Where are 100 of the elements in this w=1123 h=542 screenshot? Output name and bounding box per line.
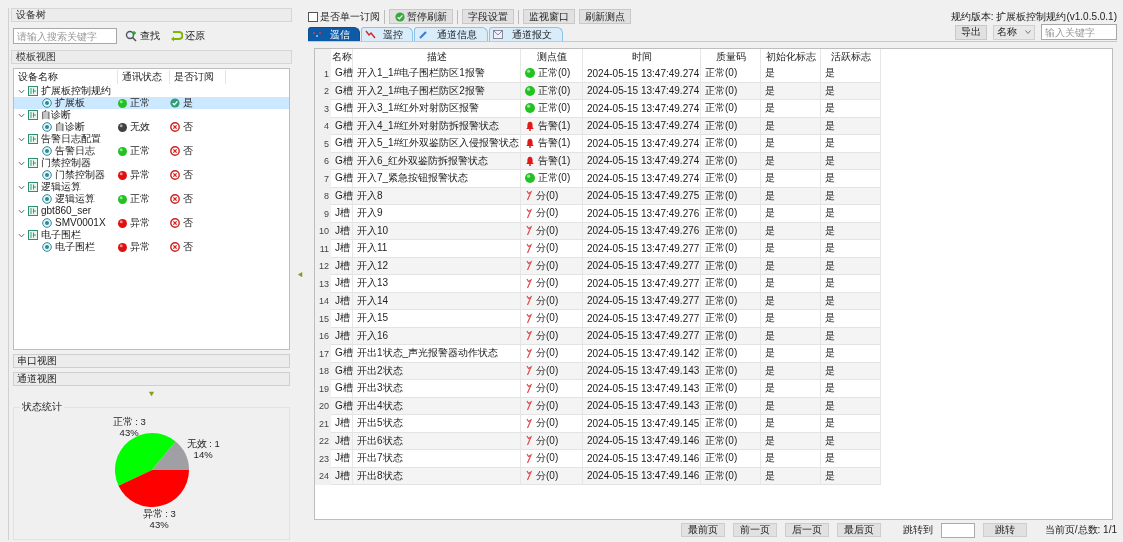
value-text: 分(0) <box>536 381 559 396</box>
table-cell: G槽 <box>331 345 353 363</box>
chevron-icon[interactable] <box>18 111 25 119</box>
table-cell: 是 <box>821 345 881 363</box>
device-node-icon <box>42 122 52 132</box>
table-cell: 是 <box>761 240 821 258</box>
arrow-icon[interactable] <box>296 270 304 278</box>
toolbar-button[interactable]: 刷新测点 <box>579 9 631 24</box>
tree-item[interactable]: 扩展板控制规约 <box>41 85 111 97</box>
tree-item[interactable]: 电子围栏 <box>41 229 81 241</box>
value-text: 分(0) <box>536 468 559 483</box>
caret-icon <box>1025 30 1031 34</box>
table-cell: 正常(0) <box>701 450 761 468</box>
table-cell: 正常(0) <box>701 380 761 398</box>
table-cell: 正常(0) <box>701 135 761 153</box>
toolbar-button[interactable]: 暂停刷新 <box>389 9 453 24</box>
tree-item[interactable]: 逻辑运算 <box>41 181 81 193</box>
table-cell: 正常(0) <box>701 170 761 188</box>
subscribed-text: 否 <box>183 193 193 205</box>
device-group-icon <box>28 110 38 120</box>
tab[interactable]: 通道信息 <box>414 27 488 41</box>
page-button[interactable]: 前一页 <box>732 523 777 537</box>
value-text: 分(0) <box>536 293 559 308</box>
chevron-icon[interactable] <box>18 159 25 167</box>
table-cell: J槽 <box>331 275 353 293</box>
status-text: 正常 <box>130 97 150 109</box>
subscribed-text: 否 <box>183 217 193 229</box>
restore-button[interactable]: 还原 <box>168 28 207 44</box>
find-button[interactable]: 查找 <box>123 28 162 44</box>
search-icon <box>125 30 138 42</box>
tree-row[interactable]: 自诊断 无效 否 <box>14 121 289 133</box>
tree-row[interactable]: 告警日志 正常 否 <box>14 145 289 157</box>
tree-item: 电子围栏 <box>55 241 95 253</box>
table-cell: 是 <box>821 380 881 398</box>
tree-item: 自诊断 <box>55 121 85 133</box>
value-text: 正常(0) <box>538 66 571 81</box>
table-cell: 是 <box>821 100 881 118</box>
column-header: 通讯状态 <box>118 70 170 84</box>
keyword-field[interactable]: 输入关键字 <box>1041 24 1117 40</box>
single-subscribe-checkbox[interactable]: 是否单一订阅 <box>308 9 380 24</box>
value-text: 分(0) <box>536 258 559 273</box>
table-cell: 2024-05-15 13:47:49.274 <box>583 170 701 188</box>
tree-item[interactable]: gbt860_ser <box>41 205 92 217</box>
table-cell: 2024-05-15 13:47:49.274 <box>583 100 701 118</box>
tree-row[interactable]: 门禁控制器 异常 否 <box>14 169 289 181</box>
row-number: 1 <box>315 65 331 83</box>
value-text: 分(0) <box>536 311 559 326</box>
device-node-icon <box>42 194 52 204</box>
toolbar-button[interactable]: 字段设置 <box>462 9 514 24</box>
message-icon <box>493 30 503 39</box>
table-cell: 2024-05-15 13:47:49.277 <box>583 240 701 258</box>
table-cell: 开入5_1#红外双鉴防区入侵报警状态 <box>353 135 521 153</box>
jump-button[interactable]: 跳转 <box>982 523 1027 537</box>
chevron-icon[interactable] <box>18 87 25 95</box>
table-cell: G槽 <box>331 170 353 188</box>
tree-row[interactable]: 扩展板 正常 是 <box>14 97 289 109</box>
section-header[interactable]: 串口视图 <box>13 354 290 368</box>
chevron-icon[interactable] <box>18 207 25 215</box>
subscribed-text: 否 <box>183 241 193 253</box>
tree-item[interactable]: 自诊断 <box>41 109 71 121</box>
row-number: 15 <box>315 310 331 328</box>
tree-item: 扩展板 <box>55 97 85 109</box>
table-cell: 是 <box>761 275 821 293</box>
table-cell: J槽 <box>331 310 353 328</box>
table-cell: 2024-05-15 13:47:49.277 <box>583 310 701 328</box>
page-button[interactable]: 后一页 <box>784 523 829 537</box>
arrow-icon[interactable] <box>148 389 155 397</box>
tree-row[interactable]: 电子围栏 异常 否 <box>14 241 289 253</box>
chevron-icon[interactable] <box>18 135 25 143</box>
tree-row[interactable]: SMV0001X 异常 否 <box>14 217 289 229</box>
tree-item[interactable]: 门禁控制器 <box>41 157 91 169</box>
column-header: 设备名称 <box>14 70 118 84</box>
tab[interactable]: 通道报文 <box>489 27 563 41</box>
tree-item[interactable]: 告警日志配置 <box>41 133 101 145</box>
value-text: 分(0) <box>536 241 559 256</box>
section-header[interactable]: 通道视图 <box>13 372 290 386</box>
table-cell: 2024-05-15 13:47:49.143 <box>583 380 701 398</box>
return-arrow-icon <box>170 30 183 42</box>
chevron-icon[interactable] <box>18 231 25 239</box>
value-text: 分(0) <box>536 363 559 378</box>
tab[interactable]: 遥信 <box>308 27 360 41</box>
value-text: 分(0) <box>536 188 559 203</box>
table-cell: 是 <box>761 380 821 398</box>
toolbar-button[interactable]: 监视窗口 <box>523 9 575 24</box>
search-field[interactable]: 请输入搜索关键字 <box>13 28 117 44</box>
value-text: 分(0) <box>536 416 559 431</box>
chevron-icon[interactable] <box>18 183 25 191</box>
table-cell: J槽 <box>331 205 353 223</box>
export-button[interactable]: 导出 <box>955 24 987 40</box>
value-text: 正常(0) <box>538 83 571 98</box>
tree-row[interactable]: 逻辑运算 正常 否 <box>14 193 289 205</box>
page-button[interactable]: 最前页 <box>680 523 725 537</box>
page-button[interactable]: 最后页 <box>836 523 881 537</box>
status-text: 正常 <box>130 145 150 157</box>
device-group-icon <box>28 134 38 144</box>
tree-item: 逻辑运算 <box>55 193 95 205</box>
field-select[interactable]: 名称 <box>993 24 1035 40</box>
tab[interactable]: 遥控 <box>361 27 413 41</box>
page-field[interactable] <box>940 522 975 538</box>
status-text: 异常 <box>130 217 150 229</box>
